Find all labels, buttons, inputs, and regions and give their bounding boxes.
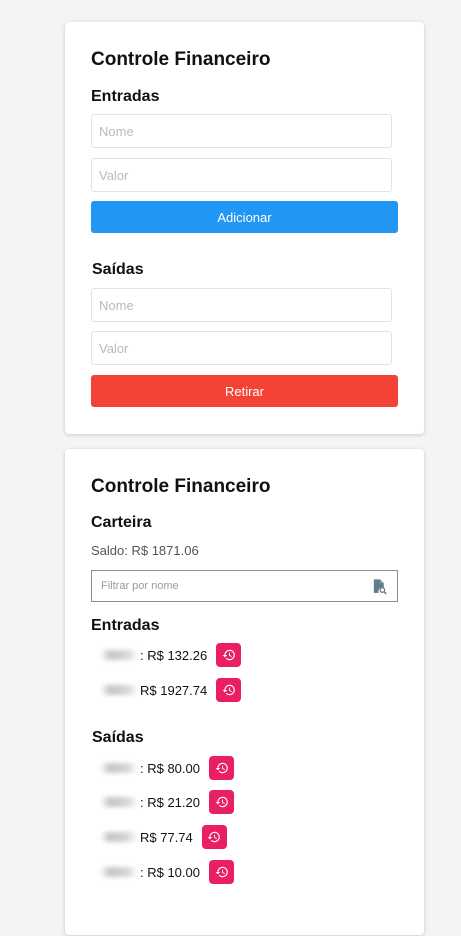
history-icon: [207, 831, 221, 843]
wallet-heading: Carteira: [91, 514, 152, 531]
history-button[interactable]: [216, 678, 242, 702]
entry-amount: R$ 77.74: [140, 829, 193, 845]
history-icon: [215, 796, 228, 808]
filter-box: [91, 570, 398, 602]
entry-amount: : R$ 80.00: [140, 760, 200, 776]
file-search-icon[interactable]: [371, 578, 388, 595]
saida-value-input[interactable]: [91, 331, 392, 365]
redacted-name: [100, 763, 138, 773]
redacted-name: [100, 832, 138, 842]
saida-name-input[interactable]: [91, 288, 392, 322]
saida-item: : R$ 10.00: [100, 860, 234, 884]
history-button[interactable]: [201, 825, 227, 849]
history-button[interactable]: [209, 756, 234, 780]
redacted-name: [100, 650, 138, 660]
redacted-name: [100, 685, 138, 695]
wallet-saidas-heading: Saídas: [92, 729, 144, 746]
entry-amount: : R$ 10.00: [140, 864, 200, 880]
entry-amount: : R$ 21.20: [140, 794, 200, 810]
balance-text: Saldo: R$ 1871.06: [91, 543, 199, 558]
history-button[interactable]: [209, 860, 234, 884]
wallet-card-title: Controle Financeiro: [91, 476, 271, 497]
entrada-item: R$ 1927.74: [100, 678, 242, 702]
history-button[interactable]: [209, 790, 234, 814]
history-icon: [215, 866, 228, 878]
filter-input[interactable]: [92, 571, 370, 601]
saida-item: : R$ 80.00: [100, 756, 234, 780]
saida-item: : R$ 21.20: [100, 790, 234, 814]
add-button[interactable]: Adicionar: [91, 201, 398, 233]
entradas-heading: Entradas: [91, 88, 160, 105]
history-icon: [222, 649, 235, 661]
entrada-name-input[interactable]: [91, 114, 392, 148]
redacted-name: [100, 867, 138, 877]
input-card: Controle Financeiro Entradas Adicionar S…: [65, 22, 424, 434]
withdraw-button[interactable]: Retirar: [91, 375, 398, 407]
saidas-heading: Saídas: [92, 261, 144, 278]
history-button[interactable]: [216, 643, 242, 667]
history-icon: [222, 684, 235, 696]
entry-amount: : R$ 132.26: [140, 647, 208, 663]
entrada-value-input[interactable]: [91, 158, 392, 192]
entry-amount: R$ 1927.74: [140, 682, 208, 698]
redacted-name: [100, 797, 138, 807]
history-icon: [215, 762, 228, 774]
entrada-item: : R$ 132.26: [100, 643, 242, 667]
wallet-card: Controle Financeiro Carteira Saldo: R$ 1…: [65, 449, 424, 935]
saida-item: R$ 77.74: [100, 825, 227, 849]
wallet-entradas-heading: Entradas: [91, 617, 160, 634]
page-title: Controle Financeiro: [91, 49, 271, 70]
